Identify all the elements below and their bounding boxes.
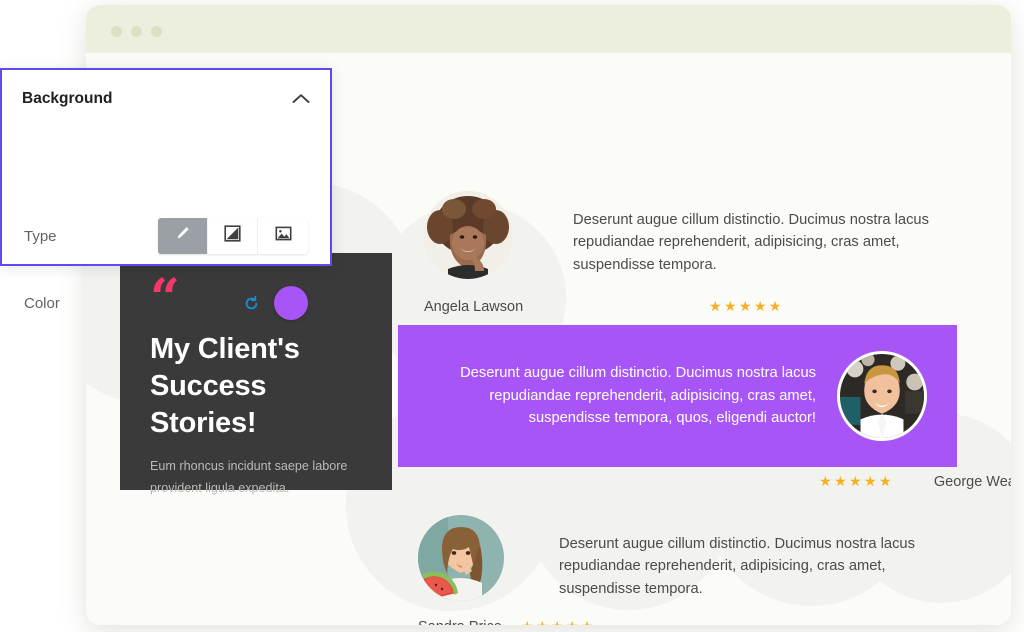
- color-swatch[interactable]: [274, 286, 308, 320]
- background-type-image-button[interactable]: [258, 218, 308, 254]
- browser-titlebar: [86, 5, 1011, 53]
- avatar-sandra: [418, 515, 504, 601]
- window-close-dot[interactable]: [111, 26, 122, 37]
- testimonial-meta: Sandra Price ★★★★★: [418, 618, 596, 625]
- quote-panel-title-line2: Success Stories!: [150, 368, 360, 442]
- panel-title: Background: [22, 90, 112, 108]
- avatar-george: [837, 351, 927, 441]
- reset-icon[interactable]: [243, 295, 260, 312]
- rating-stars: ★★★★★: [521, 618, 596, 625]
- screenshot-root: Deserunt augue cillum distinctio. Ducimu…: [0, 0, 1024, 632]
- testimonial-body: Deserunt augue cillum distinctio. Ducimu…: [559, 515, 949, 600]
- quote-panel-title: My Client's Success Stories!: [150, 331, 360, 442]
- background-type-classic-button[interactable]: [158, 218, 208, 254]
- background-settings-panel: Background Type: [0, 68, 332, 266]
- paint-brush-icon: [174, 225, 191, 247]
- testimonial-item-highlighted[interactable]: Deserunt augue cillum distinctio. Ducimu…: [398, 325, 957, 467]
- chevron-up-icon[interactable]: [292, 93, 310, 105]
- quote-panel-subtitle: Eum rhoncus incidunt saepe labore provid…: [150, 456, 360, 499]
- testimonial-body: Deserunt augue cillum distinctio. Ducimu…: [573, 191, 933, 276]
- color-label: Color: [24, 295, 60, 312]
- gradient-icon: [224, 225, 241, 247]
- testimonial-author: Sandra Price: [418, 619, 521, 626]
- window-maximize-dot[interactable]: [151, 26, 162, 37]
- testimonial-text: Deserunt augue cillum distinctio. Ducimu…: [573, 209, 933, 276]
- quote-panel-title-line1: My Client's: [150, 331, 360, 368]
- background-type-row: Type: [24, 218, 308, 254]
- panel-header[interactable]: Background: [22, 90, 310, 108]
- window-minimize-dot[interactable]: [131, 26, 142, 37]
- rating-stars: ★★★★★: [819, 473, 894, 490]
- rating-stars: ★★★★★: [709, 298, 784, 315]
- testimonial-author: Angela Lawson: [424, 299, 709, 315]
- testimonial-item[interactable]: Deserunt augue cillum distinctio. Ducimu…: [424, 191, 994, 279]
- testimonial-text: Deserunt augue cillum distinctio. Ducimu…: [559, 533, 949, 600]
- type-label: Type: [24, 228, 57, 245]
- background-color-row: Color: [24, 286, 308, 320]
- quote-panel-subtitle-line1: Eum rhoncus incidunt saepe labore: [150, 456, 360, 478]
- testimonial-item[interactable]: Deserunt augue cillum distinctio. Ducimu…: [418, 515, 988, 601]
- testimonial-author: George Weaver: [934, 474, 1011, 490]
- testimonial-text: Deserunt augue cillum distinctio. Ducimu…: [416, 362, 816, 429]
- image-icon: [275, 225, 292, 247]
- background-type-segmented-control[interactable]: [158, 218, 308, 254]
- testimonial-meta: Angela Lawson ★★★★★: [424, 298, 894, 315]
- quote-panel-subtitle-line2: provident ligula expedita.: [150, 478, 360, 500]
- window-controls: [111, 26, 162, 37]
- color-controls: [243, 286, 308, 320]
- background-type-gradient-button[interactable]: [208, 218, 258, 254]
- avatar-angela: [424, 191, 512, 279]
- testimonial-meta: ★★★★★ George Weaver: [746, 473, 1011, 490]
